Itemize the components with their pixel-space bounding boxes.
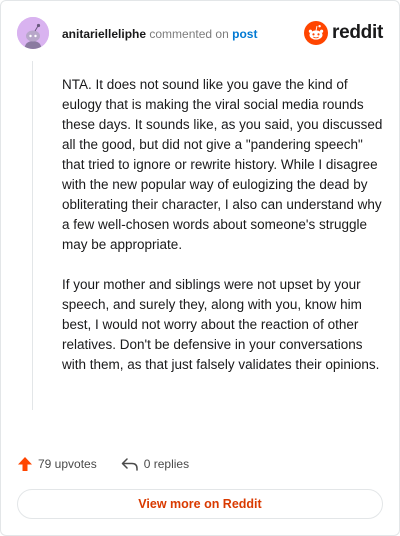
comment-actions: 79 upvotes 0 replies [17, 454, 213, 474]
reply-button[interactable]: 0 replies [121, 456, 189, 472]
view-more-button[interactable]: View more on Reddit [17, 489, 383, 519]
thread-line [32, 61, 33, 410]
reddit-logo-icon [304, 21, 329, 45]
comment-paragraph: NTA. It does not sound like you gave the… [62, 77, 383, 252]
upvote-button[interactable]: 79 upvotes [17, 456, 97, 472]
commented-on-text: commented on [149, 27, 229, 41]
comment-header: anitarielleliphe commented on post reddi… [17, 17, 383, 49]
embedded-comment-card: anitarielleliphe commented on post reddi… [0, 0, 400, 536]
post-link[interactable]: post [232, 27, 257, 41]
user-avatar[interactable] [17, 17, 49, 49]
snoo-avatar-icon [17, 17, 49, 49]
comment-paragraph: If your mother and siblings were not ups… [62, 277, 380, 372]
username-link[interactable]: anitarielleliphe [62, 27, 146, 41]
comment-meta: anitarielleliphe commented on post [62, 26, 257, 42]
reply-count: 0 replies [143, 457, 190, 471]
brand-wordmark: reddit [332, 22, 383, 43]
upvote-count: 79 upvotes [38, 457, 97, 471]
upvote-arrow-icon [18, 457, 32, 471]
comment-body: NTA. It does not sound like you gave the… [62, 75, 384, 395]
reply-arrow-icon [121, 458, 138, 471]
reddit-brand[interactable]: reddit [304, 21, 383, 45]
